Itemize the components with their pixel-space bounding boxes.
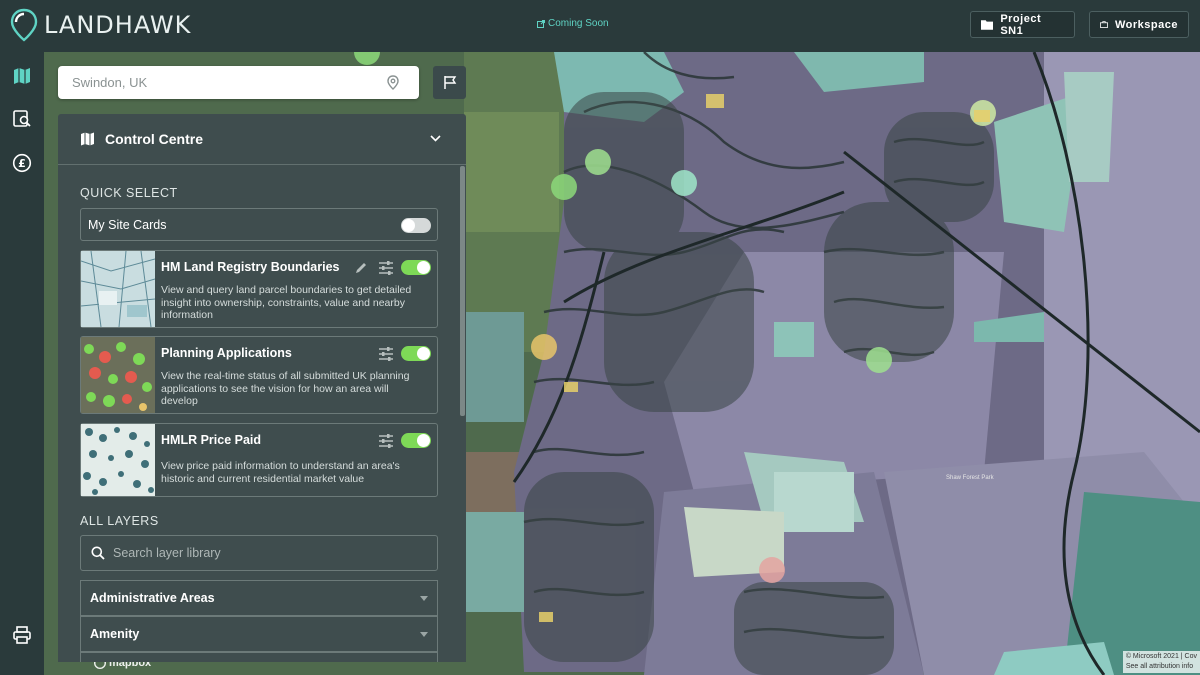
price-paid-thumbnail — [81, 424, 155, 496]
my-site-cards-label: My Site Cards — [88, 218, 167, 232]
pound-icon[interactable]: £ — [12, 153, 32, 173]
map-attribution[interactable]: © Microsoft 2021 | Cov See all attributi… — [1122, 651, 1200, 673]
logo-text: LANDHAWK — [44, 11, 192, 39]
layer-card-land-registry[interactable]: HM Land Registry Boundaries View and que… — [80, 250, 438, 328]
planning-applications-toggle[interactable] — [401, 346, 431, 361]
my-site-cards-row[interactable]: My Site Cards — [80, 208, 438, 241]
panel-scrollbar[interactable] — [460, 166, 465, 416]
search-icon — [91, 546, 105, 560]
price-paid-description: View price paid information to understan… — [161, 460, 400, 485]
place-label: Shaw Forest Park — [946, 475, 995, 481]
category-administrative-areas[interactable]: Administrative Areas — [80, 580, 438, 616]
project-label: Project SN1 — [1000, 12, 1042, 37]
printer-icon[interactable] — [12, 625, 32, 645]
quick-select-heading: QUICK SELECT — [80, 186, 178, 200]
workspace-button[interactable]: Workspace — [1089, 11, 1189, 38]
land-registry-thumbnail — [81, 251, 155, 327]
sliders-icon[interactable] — [378, 261, 394, 275]
category-amenity[interactable]: Amenity — [80, 616, 438, 652]
flag-icon — [443, 76, 456, 89]
pin-logo-icon — [10, 8, 38, 42]
category-label: Amenity — [90, 627, 140, 641]
land-registry-description: View and query land parcel boundaries to… — [161, 284, 412, 321]
pencil-icon[interactable] — [354, 261, 368, 275]
location-search-input[interactable]: Swindon, UK — [72, 75, 147, 90]
price-paid-toggle[interactable] — [401, 433, 431, 448]
category-next[interactable] — [80, 652, 438, 662]
sliders-icon[interactable] — [378, 434, 394, 448]
chevron-down-icon[interactable] — [430, 135, 441, 142]
caret-down-icon — [420, 631, 428, 637]
left-sidebar: £ — [0, 52, 44, 675]
control-centre-panel: Control Centre QUICK SELECT My Site Card… — [58, 114, 466, 662]
workspace-label: Workspace — [1115, 18, 1178, 31]
land-registry-toggle[interactable] — [401, 260, 431, 275]
all-layers-heading: ALL LAYERS — [80, 514, 159, 528]
map-fold-icon — [81, 132, 94, 146]
layer-card-price-paid[interactable]: HMLR Price Paid View price paid informat… — [80, 423, 438, 497]
coming-soon-label: Coming Soon — [548, 18, 609, 29]
site-search-icon[interactable] — [12, 109, 32, 129]
location-pin-icon[interactable] — [387, 75, 399, 90]
flag-button[interactable] — [433, 66, 466, 99]
svg-text:£: £ — [18, 157, 26, 170]
category-label: Administrative Areas — [90, 591, 215, 605]
land-registry-title: HM Land Registry Boundaries — [161, 260, 340, 274]
attribution-line-1: © Microsoft 2021 | Cov — [1125, 653, 1197, 660]
planning-applications-description: View the real-time status of all submitt… — [161, 370, 410, 407]
planning-applications-title: Planning Applications — [161, 346, 292, 360]
sliders-icon[interactable] — [378, 347, 394, 361]
my-site-cards-toggle[interactable] — [401, 218, 431, 233]
layer-library-search[interactable]: Search layer library — [80, 535, 438, 571]
project-button[interactable]: Project SN1 — [970, 11, 1075, 38]
layer-card-planning-applications[interactable]: Planning Applications View the real-time… — [80, 336, 438, 414]
location-search-bar[interactable]: Swindon, UK — [58, 66, 419, 99]
coming-soon-link[interactable]: Coming Soon — [537, 18, 609, 29]
briefcase-icon — [1100, 21, 1108, 28]
folder-icon — [981, 20, 994, 30]
attribution-line-2: See all attribution info — [1125, 663, 1194, 670]
caret-down-icon — [420, 595, 428, 601]
control-centre-title: Control Centre — [105, 131, 203, 147]
top-bar: LANDHAWK Coming Soon Project SN1 Workspa… — [0, 0, 1200, 52]
external-link-icon — [537, 19, 545, 28]
price-paid-title: HMLR Price Paid — [161, 433, 262, 447]
layer-search-placeholder[interactable]: Search layer library — [113, 546, 221, 560]
map-icon[interactable] — [12, 66, 32, 86]
logo[interactable]: LANDHAWK — [10, 8, 191, 42]
control-centre-header[interactable]: Control Centre — [58, 114, 466, 165]
planning-applications-thumbnail — [81, 337, 155, 413]
